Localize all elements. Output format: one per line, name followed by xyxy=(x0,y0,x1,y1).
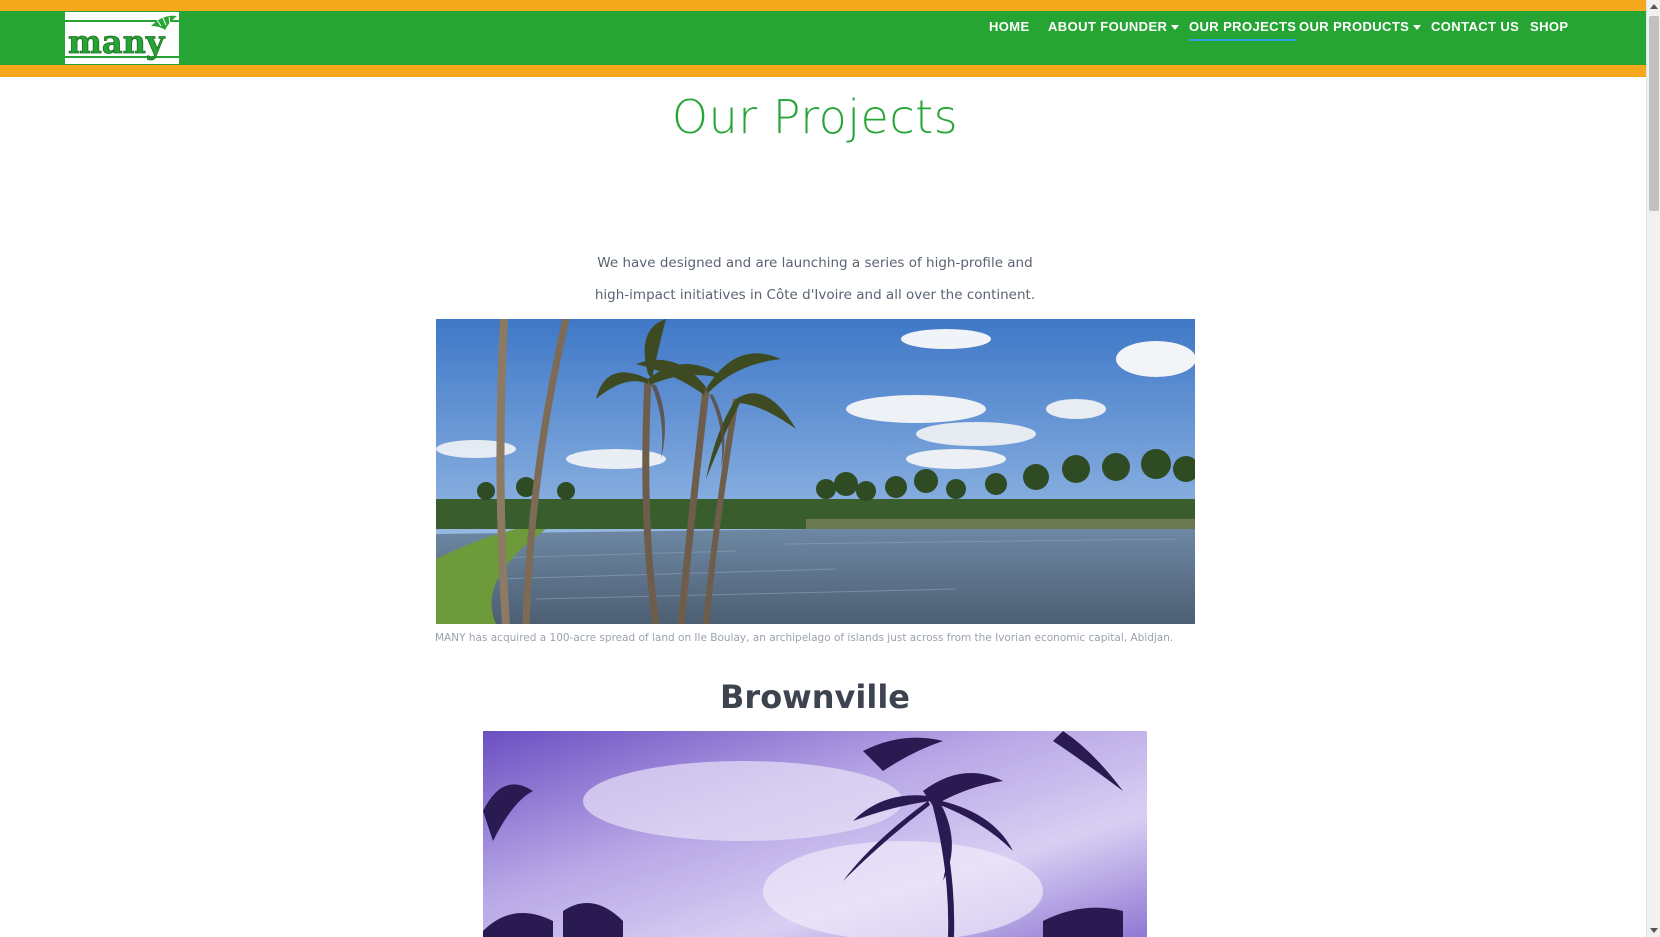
nav-item-contact-us[interactable]: CONTACT US xyxy=(1431,19,1519,34)
header-bottom-stripe xyxy=(0,65,1646,77)
brownville-image xyxy=(483,731,1147,937)
nav-item-our-projects[interactable]: OUR PROJECTS xyxy=(1189,19,1297,41)
vertical-scrollbar[interactable] xyxy=(1646,0,1660,937)
site-logo[interactable]: many xyxy=(65,12,179,64)
chevron-down-icon xyxy=(1413,25,1422,31)
intro-text-line-2: high-impact initiatives in Côte d'Ivoire… xyxy=(594,287,1036,303)
nav-item-home[interactable]: HOME xyxy=(989,19,1030,34)
header-top-stripe xyxy=(0,0,1646,11)
scrollbar-thumb[interactable] xyxy=(1649,16,1659,211)
intro-text-line-1: We have designed and are launching a ser… xyxy=(597,255,1033,271)
nav-item-our-products[interactable]: OUR PRODUCTS xyxy=(1299,19,1422,34)
nav-label: HOME xyxy=(989,19,1030,34)
section-title-brownville: Brownville xyxy=(720,678,910,716)
nav-label: SHOP xyxy=(1530,19,1569,34)
nav-item-shop[interactable]: SHOP xyxy=(1530,19,1568,34)
nav-item-about-founder[interactable]: ABOUT FOUNDER xyxy=(1048,19,1180,34)
page-title: Our Projects xyxy=(671,90,959,144)
scroll-up-icon[interactable] xyxy=(1650,4,1658,9)
scroll-down-icon[interactable] xyxy=(1650,928,1658,933)
chevron-down-icon xyxy=(1171,25,1180,31)
nav-label: CONTACT US xyxy=(1431,19,1520,34)
logo-text: many xyxy=(68,23,166,61)
nav-label: ABOUT FOUNDER xyxy=(1048,19,1168,34)
logo-image: many xyxy=(65,12,179,64)
hero-image-lagoon xyxy=(436,319,1195,624)
hero-caption: MANY has acquired a 100-acre spread of l… xyxy=(435,632,1174,644)
nav-label: OUR PROJECTS xyxy=(1189,19,1297,34)
nav-label: OUR PRODUCTS xyxy=(1299,19,1410,34)
